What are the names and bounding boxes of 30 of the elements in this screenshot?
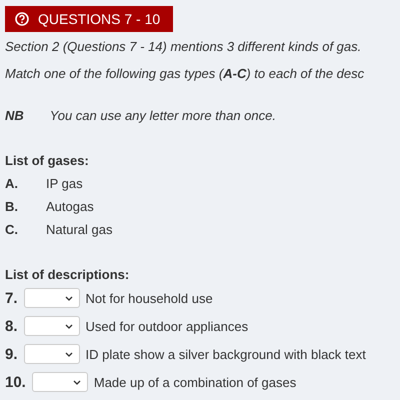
caret-icon [64,324,73,328]
option-letter: C. [5,222,19,237]
banner-title: QUESTIONS 7 - 10 [38,11,160,27]
question-number: 8. [5,318,18,334]
note-label: NB [5,108,24,123]
option-letter: A. [5,176,19,191]
question-number: 7. [5,290,18,306]
answer-dropdown[interactable] [32,372,88,392]
description-text: Made up of a combination of gases [94,374,296,390]
instruction-text: Match one of the following gas types (A-C) to each of the desc [5,66,364,81]
answer-dropdown[interactable] [24,316,80,336]
descriptions-heading: List of descriptions: [5,267,130,282]
gas-name: Autogas [46,199,94,214]
description-text: Not for household use [86,290,213,306]
caret-icon [72,380,81,384]
description-text: Used for outdoor appliances [86,318,248,334]
gas-name: Natural gas [46,222,112,237]
instruction-text: Section 2 (Questions 7 - 14) mentions 3 different kinds of gas. [5,39,362,54]
question-number: 9. [5,346,18,362]
question-number: 10. [5,374,26,390]
description-text: ID plate show a silver background with black text [86,346,366,362]
gas-name: IP gas [46,176,83,191]
question-icon [15,12,29,26]
answer-dropdown[interactable] [24,344,80,364]
answer-dropdown[interactable] [24,288,80,308]
note-text: You can use any letter more than once. [50,108,276,123]
caret-icon [64,352,73,356]
option-letter: B. [5,199,19,214]
gases-heading: List of gases: [5,153,90,168]
caret-icon [64,296,73,300]
